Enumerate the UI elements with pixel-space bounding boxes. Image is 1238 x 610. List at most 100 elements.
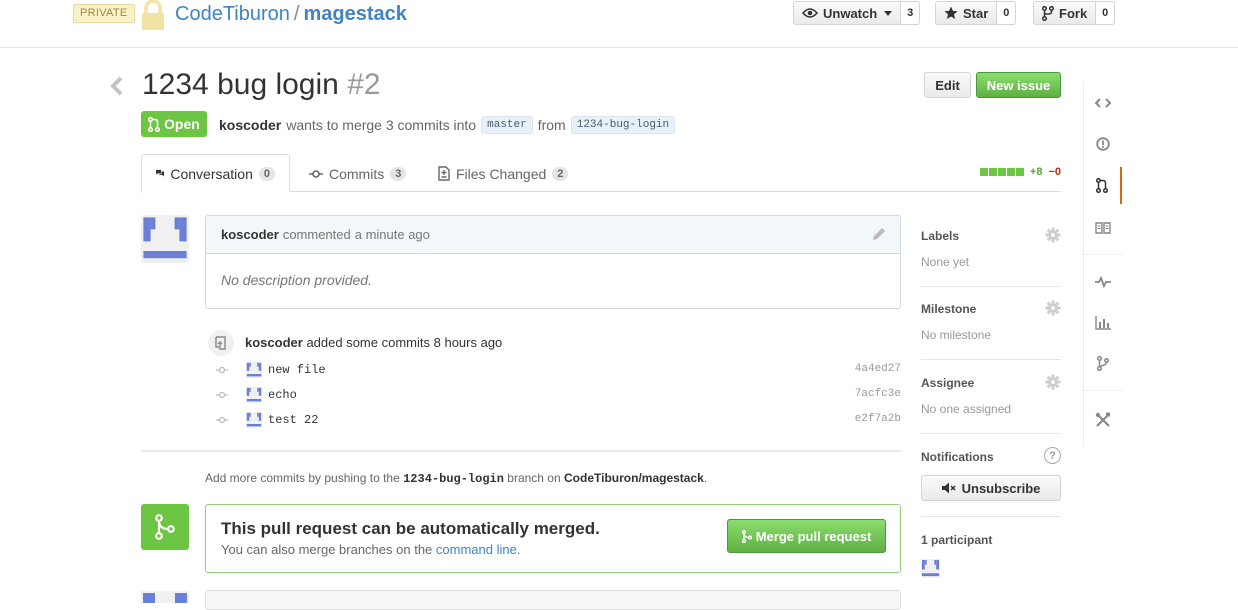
comment-time[interactable]: a minute ago xyxy=(355,227,430,242)
pr-state-badge: Open xyxy=(141,111,207,137)
commit-author-avatar[interactable] xyxy=(246,362,262,378)
base-branch[interactable]: master xyxy=(481,116,533,134)
repo-owner-link[interactable]: CodeTiburon xyxy=(175,3,290,25)
labels-title: Labels xyxy=(921,229,960,243)
pr-tabs: Conversation 0 Commits 3 Files Changed 2… xyxy=(141,154,1061,193)
question-icon[interactable]: ? xyxy=(1044,447,1061,464)
eye-icon xyxy=(802,8,818,18)
sidebar-notifications: Notifications ? xyxy=(921,447,1061,464)
merge-sub-prefix: You can also merge branches on the xyxy=(221,542,433,557)
sidebar-assignee: Assignee No one assigned xyxy=(921,374,1061,416)
nav-graphs[interactable] xyxy=(1084,304,1122,341)
pr-title-text: 1234 bug login xyxy=(142,68,339,101)
pull-request-icon xyxy=(1096,178,1108,193)
commit-sha[interactable]: 7acfc3e xyxy=(855,388,901,400)
commits-event-time: 8 hours ago xyxy=(433,335,503,350)
nav-pull-requests[interactable] xyxy=(1084,167,1122,204)
commit-dot-icon xyxy=(216,366,228,374)
milestone-value: No milestone xyxy=(921,328,992,342)
commit-sha[interactable]: e2f7a2b xyxy=(855,413,901,425)
merge-pull-request-button[interactable]: Merge pull request xyxy=(727,519,886,553)
repo-header: PRIVATE CodeTiburon / magestack Unwatch 3 … xyxy=(0,0,1238,48)
tab-files-changed[interactable]: Files Changed 2 xyxy=(424,154,582,193)
watchers-count[interactable]: 3 xyxy=(900,2,920,24)
push-hint: Add more commits by pushing to the 1234-… xyxy=(205,471,707,486)
diffstat-deletions: −0 xyxy=(1048,166,1061,178)
commits-author-link[interactable]: koscoder xyxy=(245,335,303,350)
tab-commits-count: 3 xyxy=(390,166,407,181)
assignee-value: No one assigned xyxy=(921,402,1012,416)
command-line-link[interactable]: command line xyxy=(436,542,517,557)
nav-issues[interactable] xyxy=(1084,125,1122,162)
gear-icon[interactable] xyxy=(1045,227,1061,243)
graph-icon xyxy=(1095,315,1111,330)
sidebar-divider xyxy=(921,433,1061,434)
merge-status-icon-box xyxy=(141,504,189,550)
merge-status-title: This pull request can be automatically m… xyxy=(221,519,600,538)
commit-message[interactable]: test 22 xyxy=(268,413,318,427)
participant-avatar[interactable] xyxy=(921,559,940,578)
pr-meta: koscoder wants to merge 3 commits into m… xyxy=(219,116,676,134)
pr-title: 1234 bug login #2 xyxy=(142,67,381,103)
assignee-title: Assignee xyxy=(921,376,975,390)
nav-pulse[interactable] xyxy=(1084,263,1122,300)
avatar[interactable] xyxy=(141,215,189,263)
unsubscribe-button[interactable]: Unsubscribe xyxy=(921,475,1061,501)
tab-commits[interactable]: Commits 3 xyxy=(295,154,420,193)
forks-count[interactable]: 0 xyxy=(1095,2,1115,24)
commit-message[interactable]: echo xyxy=(268,388,297,402)
repo-name-link[interactable]: magestack xyxy=(303,3,406,25)
comment-author-link[interactable]: koscoder xyxy=(221,227,279,242)
unwatch-button[interactable]: Unwatch xyxy=(794,2,900,24)
book-icon xyxy=(1095,221,1111,234)
fork-button[interactable]: Fork xyxy=(1034,2,1095,24)
push-hint-middle: branch on xyxy=(507,471,561,485)
diffstat[interactable]: +8 −0 xyxy=(979,166,1061,178)
tab-files-changed-label: Files Changed xyxy=(456,165,547,182)
pulse-icon xyxy=(1095,275,1111,288)
edit-button[interactable]: Edit xyxy=(924,72,971,98)
nav-settings[interactable] xyxy=(1084,401,1122,438)
avatar[interactable] xyxy=(141,591,189,603)
comment-action: commented xyxy=(282,227,351,242)
fork-icon xyxy=(1042,5,1054,21)
nav-wiki[interactable] xyxy=(1084,209,1122,246)
participants-title: 1 participant xyxy=(921,533,993,547)
issue-opened-icon xyxy=(1096,136,1110,151)
head-branch[interactable]: 1234-bug-login xyxy=(570,116,676,134)
timeline-divider xyxy=(141,450,901,452)
commit-author-avatar[interactable] xyxy=(246,387,262,403)
pr-from-text: from xyxy=(537,117,566,133)
new-issue-button[interactable]: New issue xyxy=(976,72,1061,98)
pr-number: #2 xyxy=(347,68,381,101)
star-icon xyxy=(944,6,958,19)
chevron-left-icon[interactable] xyxy=(109,76,125,96)
comment-box: koscoder commented a minute ago No descr… xyxy=(205,215,901,309)
milestone-title: Milestone xyxy=(921,302,977,316)
sidebar-divider xyxy=(921,359,1061,360)
new-comment-box[interactable] xyxy=(205,590,901,610)
gear-icon[interactable] xyxy=(1045,374,1061,390)
private-badge: PRIVATE xyxy=(73,4,135,23)
comment-discussion-icon xyxy=(156,169,165,177)
commit-message[interactable]: new file xyxy=(268,363,326,377)
pr-merge-text: wants to merge 3 commits into xyxy=(286,117,477,133)
star-button[interactable]: Star xyxy=(936,2,996,24)
commit-sha[interactable]: 4a4ed27 xyxy=(855,363,901,375)
chevron-down-icon xyxy=(884,10,893,16)
pencil-icon[interactable] xyxy=(872,227,886,241)
nav-code[interactable] xyxy=(1084,84,1122,121)
nav-network[interactable] xyxy=(1084,345,1122,382)
fork-button-group: Fork 0 xyxy=(1033,1,1116,25)
star-label: Star xyxy=(963,5,989,21)
notifications-title: Notifications xyxy=(921,450,994,464)
pr-author-link[interactable]: koscoder xyxy=(219,117,281,133)
diffstat-additions: +8 xyxy=(1029,166,1043,178)
tab-conversation[interactable]: Conversation 0 xyxy=(141,154,290,193)
commit-author-avatar[interactable] xyxy=(246,412,262,428)
commit-row: echo 7acfc3e xyxy=(208,385,901,405)
star-button-group: Star 0 xyxy=(935,1,1017,25)
gear-icon[interactable] xyxy=(1045,300,1061,316)
git-branch-icon xyxy=(1097,356,1109,371)
stars-count[interactable]: 0 xyxy=(996,2,1016,24)
